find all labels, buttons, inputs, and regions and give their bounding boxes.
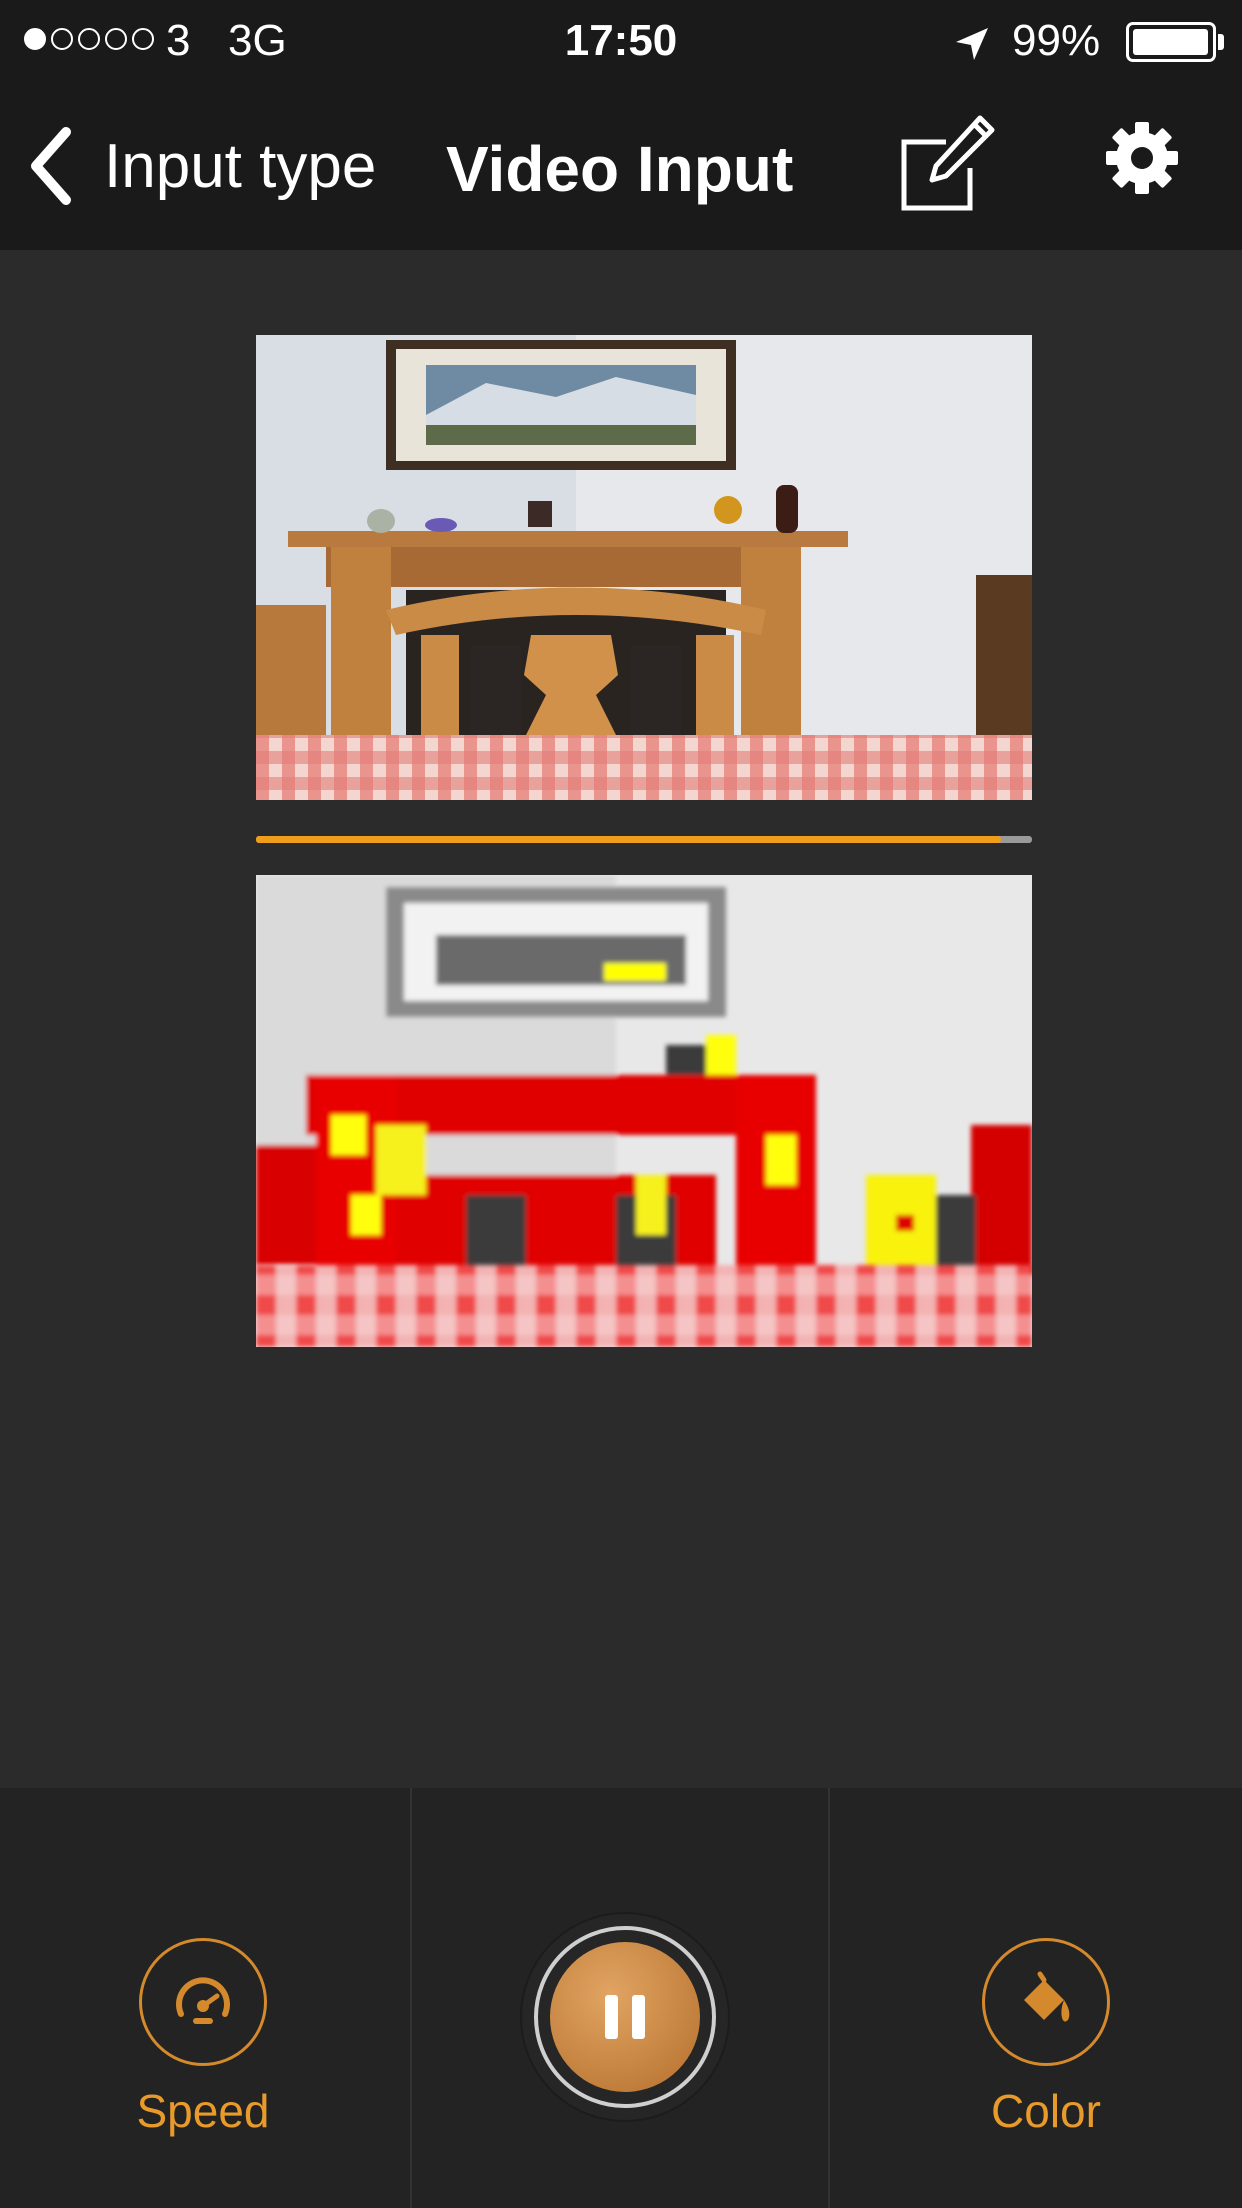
pause-icon	[605, 1995, 645, 2039]
control-toolbar: Speed Color	[0, 1788, 1242, 2208]
back-button[interactable]: Input type	[22, 120, 376, 212]
compose-icon[interactable]	[896, 114, 996, 214]
toolbar-divider	[828, 1788, 830, 2208]
location-arrow-icon	[956, 28, 988, 60]
chevron-left-icon	[31, 127, 71, 205]
pause-button[interactable]	[534, 1926, 716, 2108]
speedometer-icon	[139, 1938, 267, 2066]
battery-icon	[1126, 22, 1216, 62]
playback-progress-bar[interactable]	[256, 836, 1032, 843]
page-title: Video Input	[446, 133, 794, 205]
video-area	[0, 250, 1242, 1788]
speed-label: Speed	[136, 2085, 270, 2137]
gear-icon[interactable]	[1104, 120, 1180, 196]
paint-bucket-icon	[982, 1938, 1110, 2066]
output-video-preview	[256, 875, 1032, 1347]
speed-button[interactable]: Speed	[73, 1938, 333, 2138]
color-label: Color	[991, 2085, 1101, 2137]
navigation-bar: Input type Video Input	[0, 84, 1242, 250]
battery-percent: 99%	[1012, 16, 1101, 65]
back-button-label: Input type	[104, 131, 377, 201]
input-video-preview	[256, 335, 1032, 800]
toolbar-divider	[410, 1788, 412, 2208]
playback-control	[520, 1912, 730, 2122]
color-button[interactable]: Color	[916, 1938, 1176, 2138]
status-bar: 3 3G 17:50 99%	[0, 0, 1242, 84]
